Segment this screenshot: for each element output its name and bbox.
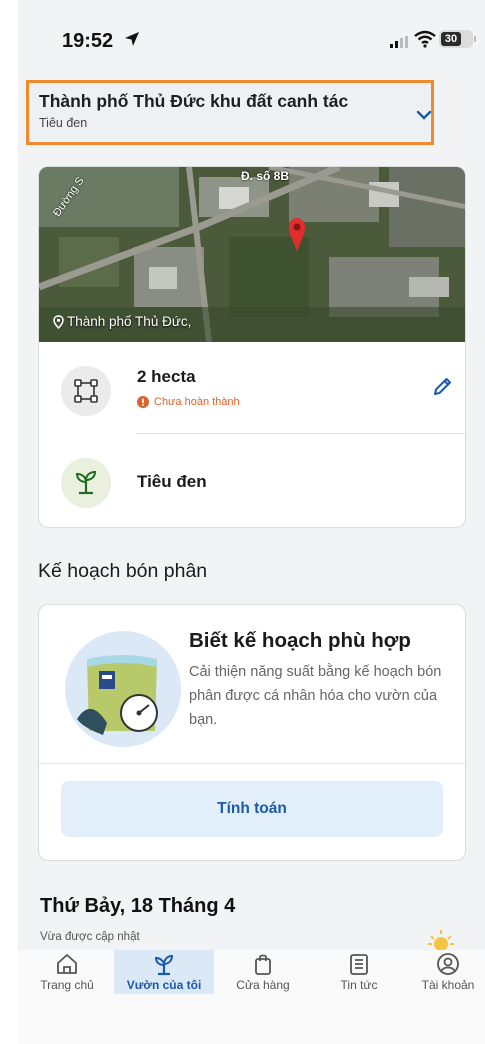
fertilizer-plan-card: Biết kế hoạch phù hợp Cải thiện năng suấ… (38, 604, 466, 861)
bottom-navigation: Trang chủ Vườn của tôi Cửa hàng Tin tức … (18, 950, 485, 1044)
warning-icon (137, 396, 149, 408)
map-road-label: Đ. số 8B (241, 169, 290, 183)
row-divider (137, 433, 465, 434)
shopping-bag-icon (255, 954, 271, 975)
sprout-icon (154, 954, 174, 976)
calculate-button[interactable]: Tính toán (61, 781, 443, 837)
account-icon (437, 953, 459, 975)
area-value: 2 hecta (137, 367, 196, 386)
signal-icon (390, 36, 408, 48)
chevron-down-icon[interactable] (416, 109, 432, 121)
battery-level: 30 (441, 32, 461, 46)
nav-label-my-garden: Vườn của tôi (126, 978, 202, 992)
location-pin-icon (53, 314, 64, 329)
sprout-icon (75, 470, 97, 495)
nav-item-home[interactable]: Trang chủ (22, 950, 112, 994)
phone-screen: 19:52 30 Thành phố Thủ Đức khu đất canh … (18, 0, 485, 1044)
nav-label-store: Cửa hàng (236, 978, 290, 992)
location-arrow-icon (125, 32, 139, 46)
weather-updated: Vừa được cập nhật (40, 931, 140, 943)
polygon-area-icon (74, 379, 98, 403)
crop-icon-circle (61, 458, 111, 508)
area-icon-circle (61, 366, 111, 416)
plan-card-title: Biết kế hoạch phù hợp (189, 629, 411, 652)
fertilizer-bag-illustration (65, 631, 181, 747)
plan-divider (39, 763, 465, 764)
area-status-text: Chưa hoàn thành (154, 396, 240, 408)
status-bar: 19:52 30 (18, 0, 485, 80)
map-location-text: Thành phố Thủ Đức, (67, 314, 192, 329)
garden-title: Thành phố Thủ Đức khu đất canh tác (39, 91, 349, 111)
weather-date: Thứ Bảy, 18 Tháng 4 (40, 895, 236, 917)
nav-item-my-garden[interactable]: Vườn của tôi (114, 950, 214, 994)
fertilizer-section-title: Kế hoạch bón phân (38, 560, 208, 582)
edit-pencil-icon[interactable] (431, 376, 453, 398)
map-location-label: Thành phố Thủ Đức, (53, 314, 191, 329)
status-time: 19:52 (62, 30, 114, 52)
plan-card-description: Cải thiện năng suất bằng kế hoạch bón ph… (189, 664, 442, 728)
nav-label-home: Trang chủ (40, 978, 94, 992)
field-card: Đ. số 8B Đường S Thành phố Thủ Đức, 2 he… (38, 166, 466, 528)
nav-item-news[interactable]: Tin tức (314, 950, 404, 994)
sun-icon (428, 930, 454, 950)
garden-selector[interactable]: Thành phố Thủ Đức khu đất canh tác Tiêu … (26, 80, 434, 145)
home-icon (57, 954, 77, 974)
nav-item-account[interactable]: Tài khoản (408, 950, 485, 994)
garden-subtitle: Tiêu đen (39, 116, 88, 130)
battery-icon: 30 (439, 30, 476, 48)
nav-label-news: Tin tức (340, 978, 378, 992)
news-icon (350, 954, 368, 975)
area-status: Chưa hoàn thành (137, 396, 240, 408)
crop-name[interactable]: Tiêu đen (137, 472, 207, 492)
nav-label-account: Tài khoản (421, 978, 475, 992)
nav-item-store[interactable]: Cửa hàng (218, 950, 308, 994)
wifi-icon (414, 30, 436, 48)
